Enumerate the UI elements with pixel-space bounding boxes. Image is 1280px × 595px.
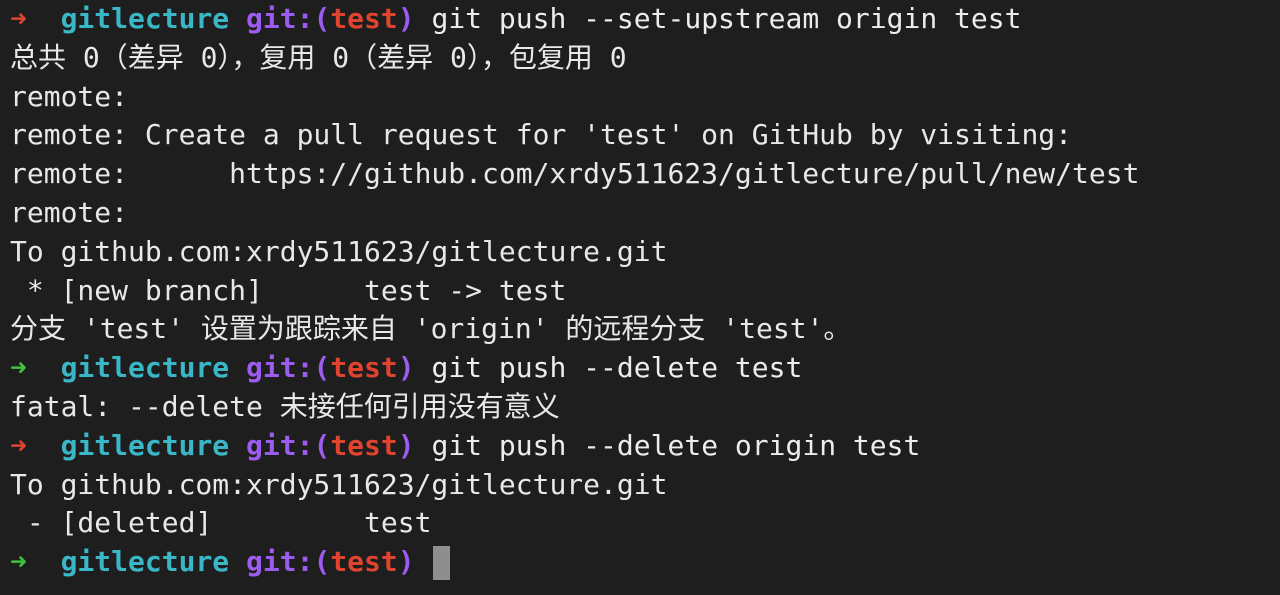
prompt-git-suffix: ) bbox=[397, 428, 415, 462]
prompt-line: ➜ gitlecture git:(test) git push --set-u… bbox=[10, 0, 1280, 39]
prompt-git-suffix: ) bbox=[397, 351, 415, 385]
output-text: fatal: --delete 未接任何引用没有意义 bbox=[10, 389, 560, 423]
output-line: remote: https://github.com/xrdy511623/gi… bbox=[10, 155, 1280, 194]
output-line: remote: bbox=[10, 194, 1280, 233]
prompt-directory: gitlecture bbox=[60, 2, 230, 35]
prompt-git-prefix: git:( bbox=[246, 351, 331, 385]
output-text: To github.com:xrdy511623/gitlecture.git bbox=[10, 467, 668, 501]
output-line: fatal: --delete 未接任何引用没有意义 bbox=[10, 388, 1280, 427]
output-text: remote: bbox=[10, 195, 129, 229]
output-text: - [deleted] test bbox=[10, 506, 432, 540]
output-line: remote: bbox=[10, 78, 1280, 117]
prompt-line: ➜ gitlecture git:(test) bbox=[10, 543, 1280, 582]
prompt-line: ➜ gitlecture git:(test) git push --delet… bbox=[10, 427, 1280, 466]
prompt-branch: test bbox=[330, 351, 398, 385]
output-line: - [deleted] test bbox=[10, 504, 1280, 543]
prompt-git-prefix: git:( bbox=[246, 545, 331, 579]
output-line: * [new branch] test -> test bbox=[10, 272, 1280, 311]
prompt-arrow-icon: ➜ bbox=[10, 545, 27, 579]
output-line: 分支 'test' 设置为跟踪来自 'origin' 的远程分支 'test'。 bbox=[10, 310, 1280, 349]
prompt-git-prefix: git:( bbox=[246, 2, 331, 35]
prompt-line: ➜ gitlecture git:(test) git push --delet… bbox=[10, 349, 1280, 388]
output-text: * [new branch] test -> test bbox=[10, 273, 567, 307]
output-line: To github.com:xrdy511623/gitlecture.git bbox=[10, 466, 1280, 505]
output-text: 总共 0（差异 0），复用 0（差异 0），包复用 0 bbox=[10, 40, 627, 74]
prompt-git-suffix: ) bbox=[397, 545, 415, 579]
prompt-branch: test bbox=[330, 545, 398, 579]
output-text: To github.com:xrdy511623/gitlecture.git bbox=[10, 234, 668, 268]
output-line: To github.com:xrdy511623/gitlecture.git bbox=[10, 233, 1280, 272]
prompt-git-suffix: ) bbox=[397, 2, 415, 35]
output-text: 分支 'test' 设置为跟踪来自 'origin' 的远程分支 'test'。 bbox=[10, 312, 852, 346]
terminal-output: ➜ gitlecture git:(test) git push --set-u… bbox=[10, 0, 1280, 582]
prompt-arrow-icon: ➜ bbox=[10, 351, 27, 385]
prompt-arrow-icon: ➜ bbox=[10, 428, 27, 462]
prompt-directory: gitlecture bbox=[60, 545, 230, 579]
prompt-directory: gitlecture bbox=[60, 428, 230, 462]
output-line: remote: Create a pull request for 'test'… bbox=[10, 116, 1280, 155]
prompt-branch: test bbox=[330, 2, 398, 35]
command-text: git push --delete test bbox=[431, 351, 803, 385]
prompt-arrow-icon: ➜ bbox=[10, 2, 27, 35]
output-text: remote: bbox=[10, 79, 129, 113]
command-text: git push --delete origin test bbox=[431, 428, 921, 462]
prompt-directory: gitlecture bbox=[60, 351, 230, 385]
command-text: git push --set-upstream origin test bbox=[431, 2, 1022, 35]
prompt-branch: test bbox=[330, 428, 398, 462]
prompt-git-prefix: git:( bbox=[246, 428, 331, 462]
output-text: remote: Create a pull request for 'test'… bbox=[10, 118, 1073, 152]
terminal-window[interactable]: ➜ gitlecture git:(test) git push --set-u… bbox=[0, 0, 1280, 595]
output-line: 总共 0（差异 0），复用 0（差异 0），包复用 0 bbox=[10, 39, 1280, 78]
output-text: remote: https://github.com/xrdy511623/gi… bbox=[10, 157, 1140, 191]
text-cursor[interactable] bbox=[433, 546, 451, 581]
